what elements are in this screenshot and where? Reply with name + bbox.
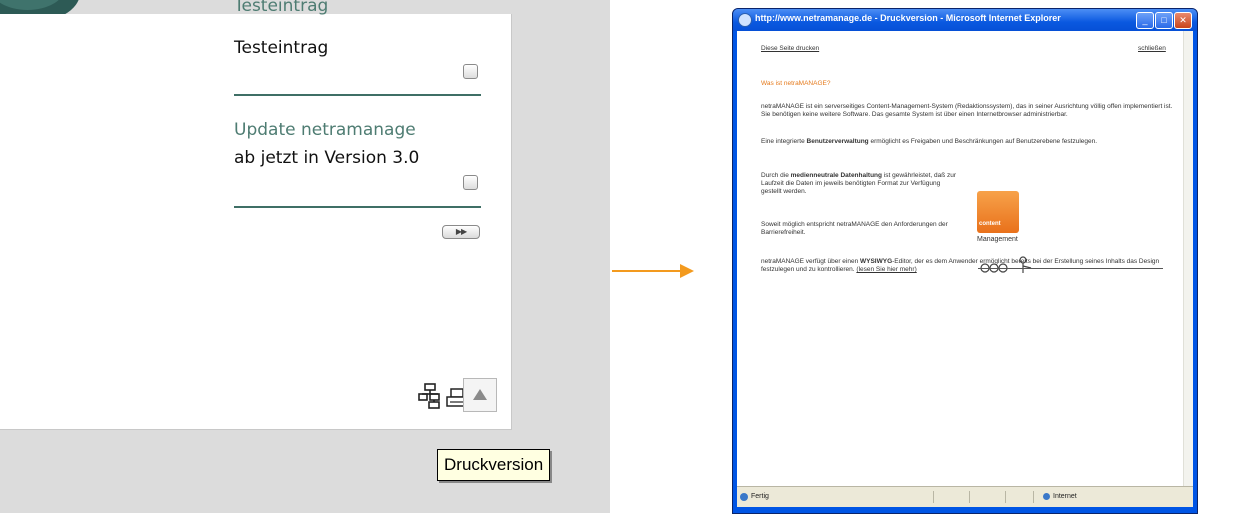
arrow-right-icon [680, 264, 694, 278]
print-version-window: http://www.netramanage.de - Druckversion… [732, 8, 1198, 514]
popup-content-area: Diese Seite drucken schließen Was ist ne… [737, 31, 1193, 486]
maximize-button[interactable]: □ [1155, 12, 1173, 29]
window-titlebar[interactable]: http://www.netramanage.de - Druckversion… [733, 9, 1197, 31]
para5-text-start: netraMANAGE verfügt über einen [761, 258, 860, 265]
news-text-1: Testeintrag [234, 38, 329, 58]
paragraph-accessibility: Soweit möglich entspricht netraMANAGE de… [761, 221, 948, 236]
paragraph-wysiwyg: netraMANAGE verfügt über einen WYSIWYG-E… [761, 258, 1183, 274]
close-window-link[interactable]: schließen [1138, 45, 1166, 53]
status-divider-1 [933, 491, 934, 503]
rope-line [978, 268, 1163, 269]
para3-text-start: Durch die [761, 172, 791, 179]
rope-figure-icon [980, 256, 1032, 273]
close-button[interactable]: ✕ [1174, 12, 1192, 29]
arrow-up-icon [473, 389, 487, 400]
news-text-2: ab jetzt in Version 3.0 [234, 148, 420, 168]
window-title: http://www.netramanage.de - Druckversion… [755, 13, 1061, 23]
status-divider-3 [1005, 491, 1006, 503]
news-more-button-2[interactable] [463, 175, 478, 190]
news-divider-1 [234, 94, 481, 96]
status-bar: Fertig Internet [737, 486, 1193, 507]
vertical-scrollbar[interactable] [1183, 31, 1193, 486]
internet-explorer-icon [738, 13, 752, 27]
status-divider-4 [1033, 491, 1034, 503]
content-panel [0, 14, 512, 430]
logo-square-label: content [979, 221, 1001, 227]
popup-heading: Was ist netraMANAGE? [761, 80, 831, 87]
security-zone-text: Internet [1053, 493, 1077, 500]
scroll-to-top-button[interactable] [463, 378, 497, 412]
tooltip-druckversion: Druckversion [437, 449, 551, 481]
news-more-button-1[interactable] [463, 64, 478, 79]
content-logo-icon: content [977, 191, 1019, 233]
read-more-link[interactable]: (lesen Sie hier mehr) [856, 266, 916, 273]
website-screenshot: Testeintrag Testeintrag Update netramana… [0, 0, 610, 513]
print-page-link[interactable]: Diese Seite drucken [761, 45, 819, 53]
para5-bold: WYSIWYG [860, 258, 893, 265]
page-status-icon [740, 493, 748, 501]
logo-caption: Management [977, 236, 1018, 243]
paragraph-media-neutral: Durch die medienneutrale Datenhaltung is… [761, 172, 961, 196]
status-divider-2 [969, 491, 970, 503]
minimize-button[interactable]: _ [1136, 12, 1154, 29]
globe-icon [1043, 493, 1050, 500]
transition-arrow-line [612, 270, 682, 272]
news-archive-button[interactable]: ▶▶ [442, 225, 480, 239]
para2-text-start: Eine integrierte [761, 138, 807, 145]
news-divider-2 [234, 206, 481, 208]
paragraph-intro: netraMANAGE ist ein serverseitiges Conte… [761, 103, 1173, 118]
para3-bold: medienneutrale Datenhaltung [790, 172, 882, 179]
para2-text-end: ermöglicht es Freigaben und Beschränkung… [868, 138, 1098, 145]
news-title-1[interactable]: Testeintrag [234, 0, 328, 16]
para2-bold: Benutzerverwaltung [806, 138, 869, 145]
sitemap-icon[interactable] [418, 383, 442, 409]
status-text: Fertig [751, 493, 769, 500]
news-title-2[interactable]: Update netramanage [234, 120, 416, 140]
paragraph-user-management: Eine integrierte Benutzerverwaltung ermö… [761, 138, 1183, 146]
